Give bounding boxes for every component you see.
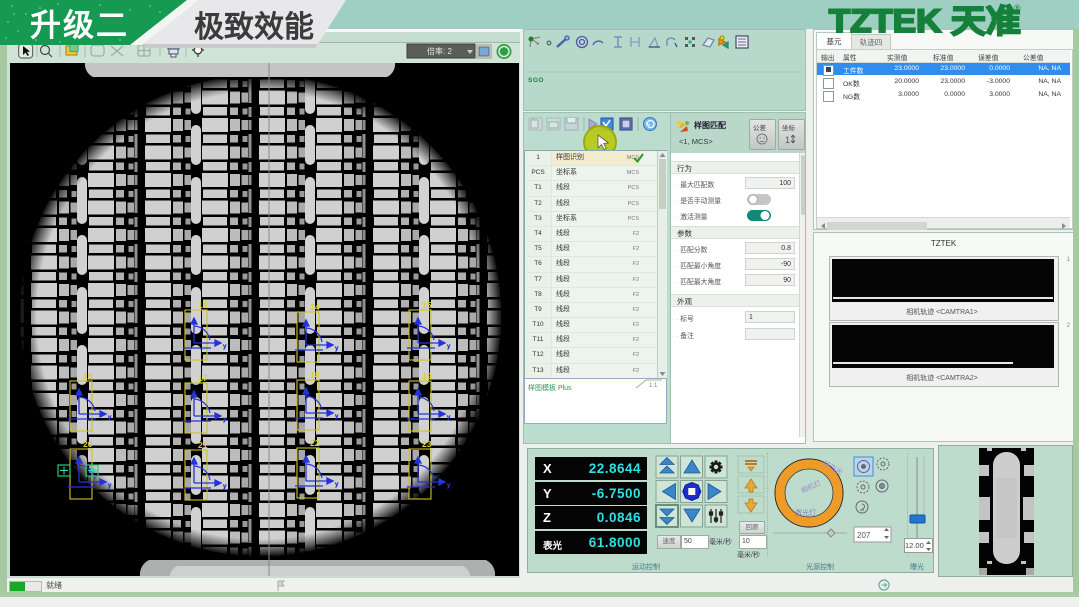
- svg-text:倍率: 2: 倍率: 2: [427, 46, 452, 56]
- svg-text:20: 20: [83, 439, 93, 449]
- svg-text:SGO: SGO: [528, 77, 544, 84]
- svg-text:TZTEK 天准: TZTEK 天准: [829, 4, 1021, 39]
- svg-text:13: 13: [198, 300, 208, 310]
- svg-text:16: 16: [83, 371, 93, 381]
- svg-text:®: ®: [1014, 3, 1021, 13]
- svg-text:21: 21: [198, 440, 208, 450]
- svg-text:1: 1: [785, 135, 790, 145]
- svg-text:升级二: 升级二: [30, 8, 129, 43]
- svg-text:19: 19: [422, 371, 432, 381]
- svg-text:1:1: 1:1: [649, 383, 658, 389]
- svg-text:18: 18: [310, 370, 320, 380]
- svg-text:207: 207: [857, 531, 871, 540]
- svg-text:极致效能: 极致效能: [194, 11, 314, 44]
- svg-text:相机灯: 相机灯: [799, 478, 822, 495]
- svg-text:15: 15: [422, 300, 432, 310]
- svg-text:激光灯: 激光灯: [795, 508, 816, 517]
- svg-text:22: 22: [310, 438, 320, 448]
- svg-text:17: 17: [198, 373, 208, 383]
- svg-text:14: 14: [310, 302, 320, 312]
- svg-text:23: 23: [422, 439, 432, 449]
